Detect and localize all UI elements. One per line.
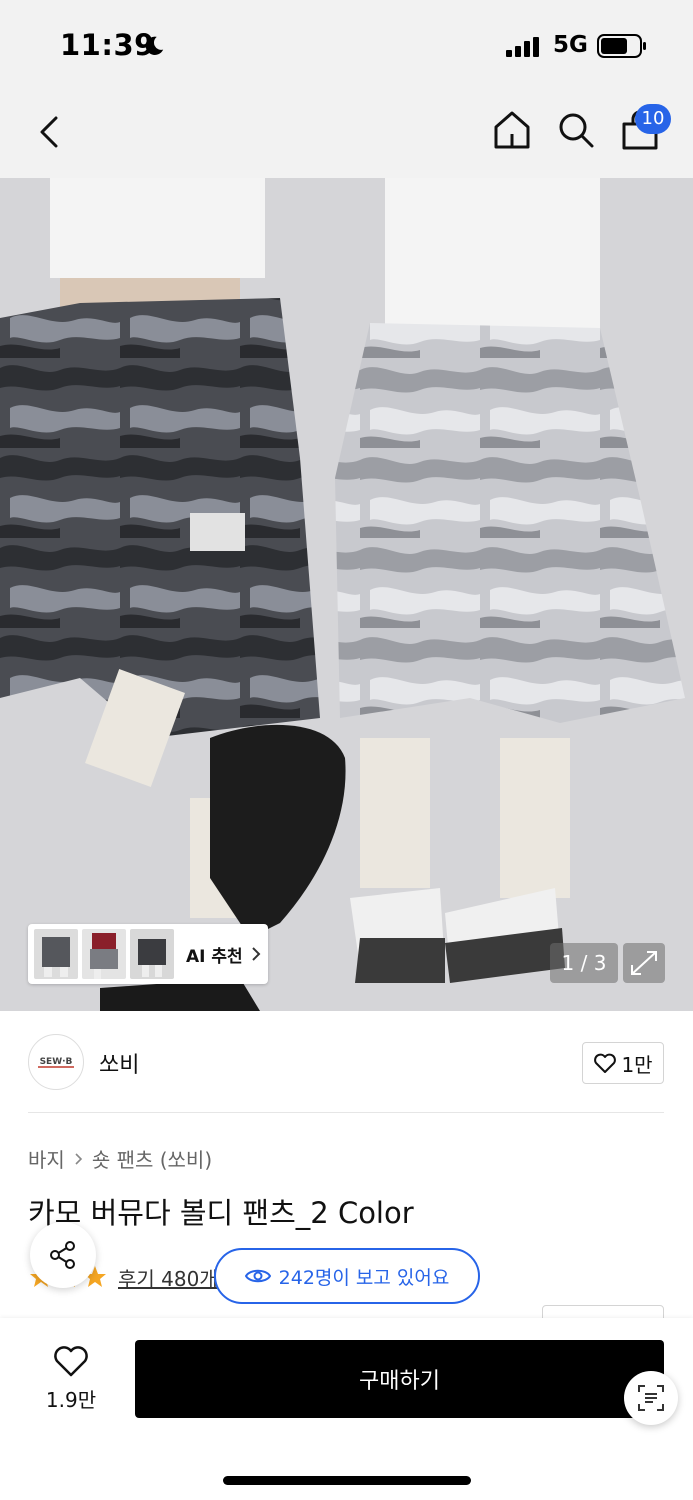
battery-icon xyxy=(597,34,646,58)
status-bar: 11:39 5G xyxy=(0,0,693,92)
cart-count-badge: 10 xyxy=(635,104,671,134)
expand-button[interactable] xyxy=(623,943,665,983)
search-icon[interactable] xyxy=(554,108,598,152)
chevron-right-icon xyxy=(75,1152,82,1165)
brand-name[interactable]: 쏘비 xyxy=(99,1047,139,1079)
svg-text:SEW·B: SEW·B xyxy=(40,1057,73,1067)
viewers-text: 242명이 보고 있어요 xyxy=(278,1266,450,1289)
moon-icon xyxy=(145,36,164,55)
heart-icon xyxy=(594,1053,617,1073)
scan-icon xyxy=(638,1385,664,1411)
wish-count: 1.9만 xyxy=(45,1388,97,1412)
ai-thumb-1 xyxy=(34,929,78,979)
ai-recommend-label: AI 추천 xyxy=(186,946,243,967)
expand-icon xyxy=(631,951,657,975)
share-button[interactable] xyxy=(30,1222,96,1288)
eye-icon xyxy=(244,1269,271,1283)
product-photo xyxy=(0,178,693,1011)
heart-icon[interactable] xyxy=(52,1344,90,1378)
divider xyxy=(28,1112,664,1113)
product-title: 카모 버뮤다 볼디 팬츠_2 Color xyxy=(28,1196,414,1230)
product-image-gallery[interactable]: AI 추천 1 / 3 xyxy=(0,178,693,1011)
review-link[interactable]: 후기 480개 xyxy=(118,1263,218,1292)
signal-icon xyxy=(506,37,539,57)
chevron-right-icon xyxy=(251,947,261,961)
home-indicator xyxy=(223,1476,471,1485)
breadcrumb-item[interactable]: 바지 xyxy=(28,1144,65,1173)
brand-like-button[interactable]: 1만 xyxy=(582,1042,664,1084)
scan-button[interactable] xyxy=(624,1371,678,1425)
breadcrumb: 바지 숏 팬츠 (쏘비) xyxy=(28,1144,212,1173)
brand-like-count: 1만 xyxy=(621,1052,653,1077)
ai-thumb-2 xyxy=(82,929,126,979)
status-time: 11:39 xyxy=(60,28,155,62)
breadcrumb-item[interactable]: 숏 팬츠 (쏘비) xyxy=(92,1144,212,1173)
back-icon[interactable] xyxy=(34,110,68,154)
buy-button[interactable]: 구매하기 xyxy=(135,1340,664,1418)
home-icon[interactable] xyxy=(490,108,534,152)
network-type: 5G xyxy=(553,32,588,58)
page-indicator: 1 / 3 xyxy=(550,943,618,983)
ai-thumb-3 xyxy=(130,929,174,979)
brand-logo[interactable]: SEW·B xyxy=(28,1034,84,1090)
ai-recommend-button[interactable]: AI 추천 xyxy=(28,924,268,984)
share-icon xyxy=(50,1241,75,1269)
nav-bar xyxy=(0,92,693,178)
viewers-pill: 242명이 보고 있어요 xyxy=(214,1248,480,1304)
